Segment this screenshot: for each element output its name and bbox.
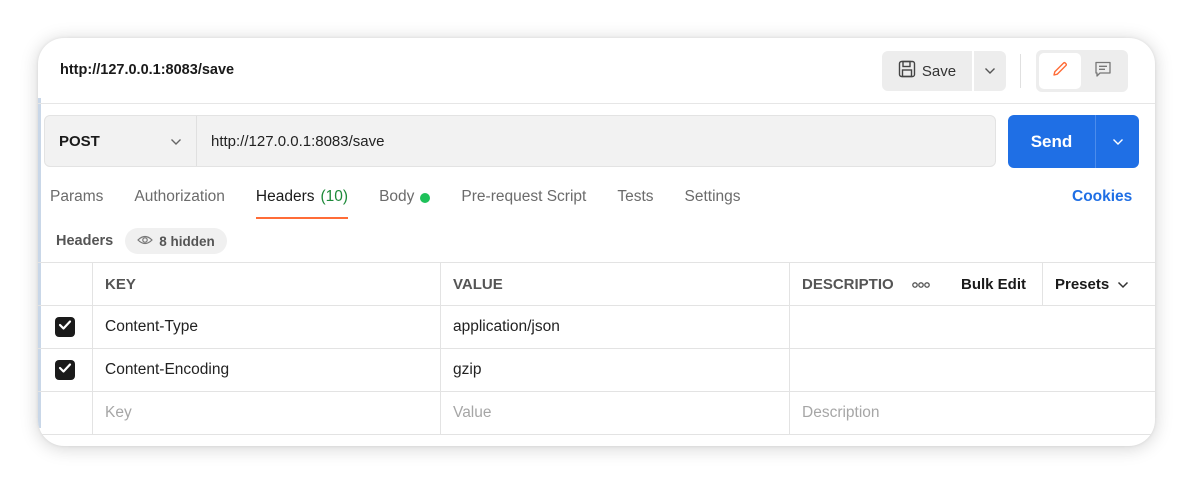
tab-tests[interactable]: Tests [617, 188, 653, 218]
tab-label: Settings [684, 188, 741, 205]
tab-headers[interactable]: Headers (10) [255, 188, 349, 219]
save-group: Save [882, 51, 1006, 91]
header-value-cell[interactable]: application/json [441, 306, 790, 348]
save-button[interactable]: Save [882, 51, 972, 91]
send-button[interactable]: Send [1008, 115, 1096, 168]
save-label: Save [921, 62, 957, 80]
table-row: Content-Type application/json [38, 306, 1155, 349]
headers-table: KEY VALUE DESCRIPTIO Bulk Edit Presets C… [38, 262, 1155, 435]
mode-toggle [1036, 50, 1128, 92]
table-row: Content-Encoding gzip [38, 349, 1155, 392]
hidden-headers-toggle[interactable]: 8 hidden [125, 228, 227, 254]
comment-icon [1094, 60, 1112, 83]
hidden-count-label: 8 hidden [159, 233, 215, 249]
bulk-edit-button[interactable]: Bulk Edit [945, 263, 1043, 305]
table-header-row: KEY VALUE DESCRIPTIO Bulk Edit Presets [38, 263, 1155, 306]
send-options-button[interactable] [1096, 115, 1139, 168]
new-description-input[interactable]: Description [790, 392, 1149, 434]
tab-label: Pre-request Script [461, 188, 587, 205]
header-key-cell[interactable]: Content-Encoding [93, 349, 441, 391]
chevron-down-icon [1117, 276, 1129, 293]
presets-dropdown[interactable]: Presets [1043, 263, 1155, 305]
tab-label: Body [379, 188, 415, 205]
table-row-new: Key Value Description [38, 392, 1155, 435]
header-check-cell [38, 263, 93, 305]
edit-mode-button[interactable] [1039, 53, 1081, 89]
eye-icon [137, 234, 154, 249]
pencil-icon [1051, 60, 1069, 83]
tab-label: Params [50, 188, 104, 205]
row-checkbox-cell [38, 392, 93, 434]
chevron-down-icon [984, 62, 996, 80]
header-description-cell[interactable] [790, 349, 1149, 391]
divider [1020, 54, 1021, 88]
tab-count: (10) [320, 188, 349, 205]
tab-body[interactable]: Body [379, 188, 431, 218]
comments-button[interactable] [1081, 53, 1125, 89]
row-checkbox-cell [38, 306, 93, 348]
url-input[interactable] [197, 116, 995, 166]
tab-params[interactable]: Params [50, 188, 103, 218]
tab-authorization[interactable]: Authorization [134, 188, 224, 218]
save-options-button[interactable] [974, 51, 1006, 91]
tab-label: Tests [617, 188, 654, 205]
request-panel: http://127.0.0.1:8083/save Save POST htt… [38, 38, 1155, 446]
headers-label: Headers [56, 233, 114, 249]
request-title-bar: http://127.0.0.1:8083/save Save [38, 38, 1155, 104]
header-description-cell[interactable] [790, 306, 1149, 348]
cookies-link[interactable]: Cookies [1072, 188, 1132, 206]
column-header-description: DESCRIPTIO [802, 275, 894, 293]
method-select[interactable]: POST [45, 116, 197, 166]
column-header-key: KEY [93, 263, 441, 305]
tab-label: Authorization [134, 188, 225, 205]
tab-pre-request-script[interactable]: Pre-request Script [461, 188, 586, 218]
more-options-icon [911, 276, 931, 293]
presets-label: Presets [1055, 275, 1110, 293]
body-indicator-dot [420, 193, 431, 203]
request-bar: POST [44, 115, 996, 167]
checkmark-icon [58, 318, 72, 336]
header-value-cell[interactable]: gzip [441, 349, 790, 391]
chevron-down-icon [1112, 133, 1124, 151]
column-options-button[interactable] [897, 263, 945, 305]
chevron-down-icon [170, 133, 182, 150]
request-tabs: Params Authorization Headers (10) Body P… [50, 188, 772, 219]
column-header-value: VALUE [441, 263, 790, 305]
new-key-input[interactable]: Key [93, 392, 441, 434]
row-checkbox[interactable] [55, 317, 75, 337]
checkmark-icon [58, 361, 72, 379]
row-checkbox-cell [38, 349, 93, 391]
save-icon [898, 60, 916, 82]
request-title[interactable]: http://127.0.0.1:8083/save [60, 62, 234, 78]
tab-label: Headers [255, 188, 315, 205]
row-checkbox[interactable] [55, 360, 75, 380]
send-group: Send [1008, 115, 1139, 168]
tab-settings[interactable]: Settings [685, 188, 741, 218]
new-value-input[interactable]: Value [441, 392, 790, 434]
headers-subheader: Headers 8 hidden [56, 228, 227, 254]
header-key-cell[interactable]: Content-Type [93, 306, 441, 348]
method-label: POST [59, 132, 100, 150]
